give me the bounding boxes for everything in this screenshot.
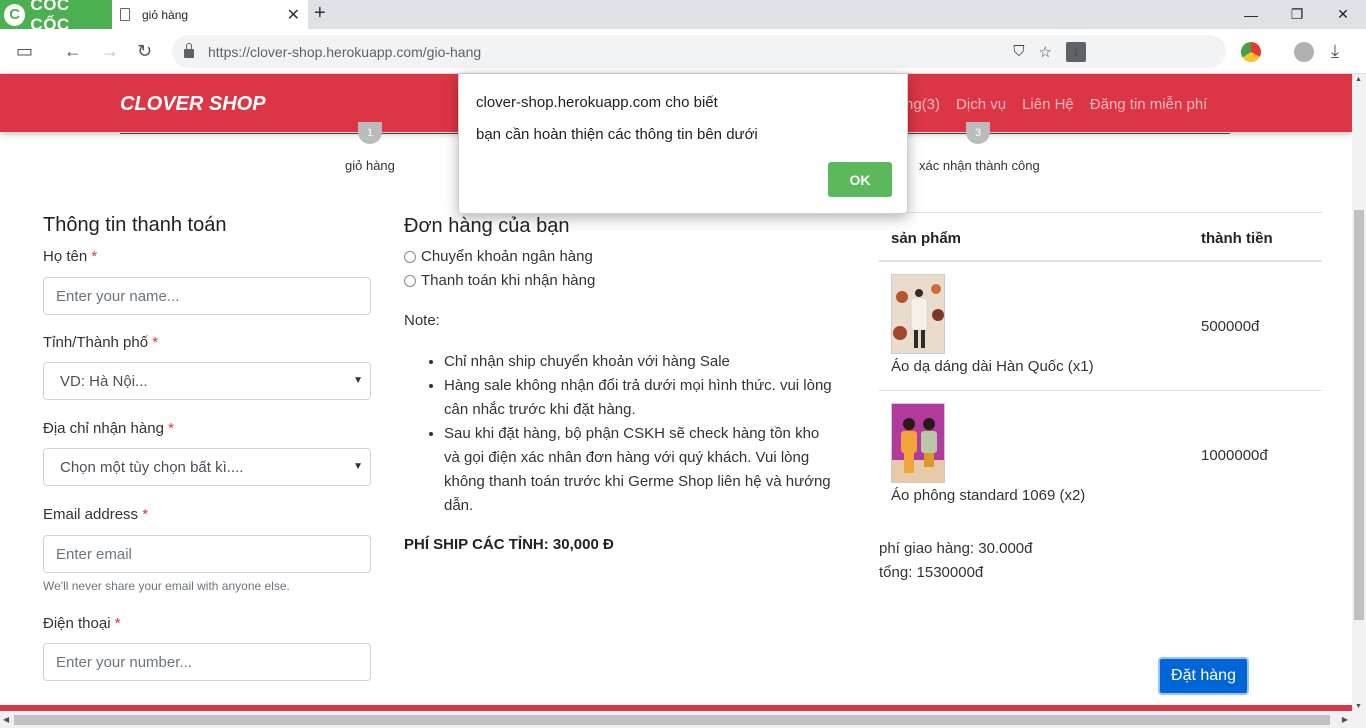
page-icon xyxy=(120,8,130,21)
nav-post-free-link[interactable]: Đăng tin miễn phí xyxy=(1090,96,1208,113)
address-select[interactable]: Chọn một tùy chọn bất kì.... ▼ xyxy=(43,448,371,486)
footer-bar xyxy=(0,705,1352,711)
step-1-marker: 1 xyxy=(358,122,382,144)
step-3-label: xác nhận thành công xyxy=(919,158,1040,173)
download-video-icon[interactable]: ↓ xyxy=(1066,41,1086,62)
place-order-button[interactable]: Đặt hàng xyxy=(1158,657,1249,695)
alert-dialog: clover-shop.herokuapp.com cho biết bạn c… xyxy=(458,74,908,214)
new-tab-icon[interactable]: + xyxy=(314,2,326,25)
scroll-right-icon[interactable]: ▶ xyxy=(1342,715,1348,724)
chevron-down-icon: ▼ xyxy=(353,461,363,472)
cart-table: sản phẩm thành tiền Áo dạ dáng dài Hàn Q… xyxy=(879,212,1322,520)
email-help-text: We'll never share your email with anyone… xyxy=(43,579,290,593)
back-icon[interactable]: ← xyxy=(64,40,82,62)
note-item: Hàng sale không nhận đổi trả dưới mọi hì… xyxy=(444,374,839,422)
city-select-value: VD: Hà Nội... xyxy=(60,372,148,390)
scroll-up-icon[interactable]: ▲ xyxy=(1355,76,1362,83)
browser-logo[interactable]: C CỐC CỐC xyxy=(0,0,112,34)
window-controls: — ❐ ✕ xyxy=(1228,0,1366,29)
dialog-origin: clover-shop.herokuapp.com cho biết xyxy=(476,94,718,111)
table-row: Áo dạ dáng dài Hàn Quốc (x1) 500000đ xyxy=(879,262,1322,391)
shipping-cost: phí giao hàng: 30.000đ xyxy=(879,540,1033,557)
minimize-icon[interactable]: — xyxy=(1228,0,1274,29)
shield-icon[interactable]: ⛉ xyxy=(1013,43,1024,60)
step-1-label: giỏ hàng xyxy=(345,158,395,173)
address-label: Địa chỉ nhận hàng * xyxy=(43,420,174,437)
order-title: Đơn hàng của bạn xyxy=(404,215,570,237)
forward-icon[interactable]: → xyxy=(101,40,119,62)
browser-tab-bar: C CỐC CỐC giỏ hàng ✕ + — ❐ ✕ xyxy=(0,0,1366,34)
download-icon[interactable]: ⤓ xyxy=(1331,40,1339,62)
note-list: Chỉ nhận ship chuyển khoản với hàng Sale… xyxy=(444,350,839,518)
product-thumbnail[interactable] xyxy=(891,403,945,483)
step-progress-line xyxy=(908,133,1230,134)
close-tab-icon[interactable]: ✕ xyxy=(287,5,300,25)
horizontal-scroll-thumb[interactable] xyxy=(14,715,1330,725)
billing-title: Thông tin thanh toán xyxy=(43,214,227,236)
tab-title: giỏ hàng xyxy=(142,7,189,22)
coccoc-icon: C xyxy=(4,3,26,26)
close-window-icon[interactable]: ✕ xyxy=(1320,0,1366,29)
scroll-left-icon[interactable]: ◀ xyxy=(3,715,9,724)
radio-label: Chuyển khoản ngân hàng xyxy=(421,248,593,265)
note-label: Note: xyxy=(404,312,440,329)
payment-option-cod[interactable]: Thanh toán khi nhận hàng xyxy=(404,272,595,289)
name-input[interactable] xyxy=(43,277,371,315)
main-nav: ng(3) Dịch vụ Liên Hệ Đăng tin miễn phí xyxy=(905,96,1207,113)
radio-bank-transfer[interactable] xyxy=(404,250,416,263)
product-name[interactable]: Áo dạ dáng dài Hàn Quốc (x1) xyxy=(891,358,1094,375)
amount-column-header: thành tiền xyxy=(1201,230,1273,247)
brand-logo[interactable]: CLOVER SHOP xyxy=(120,93,266,116)
product-price: 500000đ xyxy=(1201,318,1260,335)
email-label: Email address * xyxy=(43,506,149,523)
nav-contact-link[interactable]: Liên Hệ xyxy=(1022,96,1074,113)
city-select[interactable]: VD: Hà Nội... ▼ xyxy=(43,362,371,400)
active-tab[interactable]: giỏ hàng ✕ xyxy=(112,0,308,29)
address-bar[interactable]: https://clover-shop.herokuapp.com/gio-ha… xyxy=(172,35,1226,68)
note-item: Sau khi đặt hàng, bộ phận CSKH sẽ check … xyxy=(444,422,839,518)
name-label: Họ tên * xyxy=(43,248,98,265)
phone-label: Điện thoại * xyxy=(43,615,121,632)
product-name[interactable]: Áo phông standard 1069 (x2) xyxy=(891,487,1085,504)
radio-cash-on-delivery[interactable] xyxy=(404,274,416,287)
nav-cart-link[interactable]: ng(3) xyxy=(905,96,940,113)
horizontal-scrollbar[interactable]: ◀ ▶ xyxy=(0,712,1366,728)
product-price: 1000000đ xyxy=(1201,447,1268,464)
product-column-header: sản phẩm xyxy=(891,230,962,247)
extension-icon[interactable] xyxy=(1241,42,1261,62)
sidebar-toggle-icon[interactable]: ▭ xyxy=(16,40,33,62)
scroll-down-icon[interactable]: ▼ xyxy=(1355,703,1362,710)
cart-table-header: sản phẩm thành tiền xyxy=(879,212,1322,262)
note-item: Chỉ nhận ship chuyển khoản với hàng Sale xyxy=(444,350,839,374)
product-thumbnail[interactable] xyxy=(891,274,945,354)
bookmark-star-icon[interactable]: ☆ xyxy=(1039,43,1052,61)
phone-input[interactable] xyxy=(43,643,371,681)
omnibox-actions: ⛉ ☆ ↓ xyxy=(999,35,1086,68)
browser-toolbar: ▭ ← → ↻ https://clover-shop.herokuapp.co… xyxy=(0,29,1366,74)
payment-option-bank[interactable]: Chuyển khoản ngân hàng xyxy=(404,248,593,265)
order-total: tổng: 1530000đ xyxy=(879,564,984,581)
shipping-fee-notice: PHÍ SHIP CÁC TỈNH: 30,000 Đ xyxy=(404,536,614,553)
city-label: Tỉnh/Thành phố * xyxy=(43,334,159,351)
step-progress-line xyxy=(120,133,460,134)
chevron-down-icon: ▼ xyxy=(353,375,363,386)
restore-icon[interactable]: ❐ xyxy=(1274,0,1320,29)
table-row: Áo phông standard 1069 (x2) 1000000đ xyxy=(879,391,1322,520)
radio-label: Thanh toán khi nhận hàng xyxy=(421,272,596,289)
lock-icon xyxy=(184,43,194,58)
step-3-marker: 3 xyxy=(966,122,990,144)
dialog-ok-button[interactable]: OK xyxy=(828,162,892,197)
reload-icon[interactable]: ↻ xyxy=(137,40,152,62)
vertical-scrollbar[interactable]: ▲ ▼ xyxy=(1352,74,1366,712)
nav-services-link[interactable]: Dịch vụ xyxy=(956,96,1006,113)
dialog-message: bạn cần hoàn thiện các thông tin bên dướ… xyxy=(476,126,758,143)
email-input[interactable] xyxy=(43,535,371,573)
profile-avatar[interactable] xyxy=(1294,42,1314,62)
vertical-scroll-thumb[interactable] xyxy=(1354,210,1364,620)
url-text[interactable]: https://clover-shop.herokuapp.com/gio-ha… xyxy=(208,44,481,60)
address-select-value: Chọn một tùy chọn bất kì.... xyxy=(60,458,244,476)
